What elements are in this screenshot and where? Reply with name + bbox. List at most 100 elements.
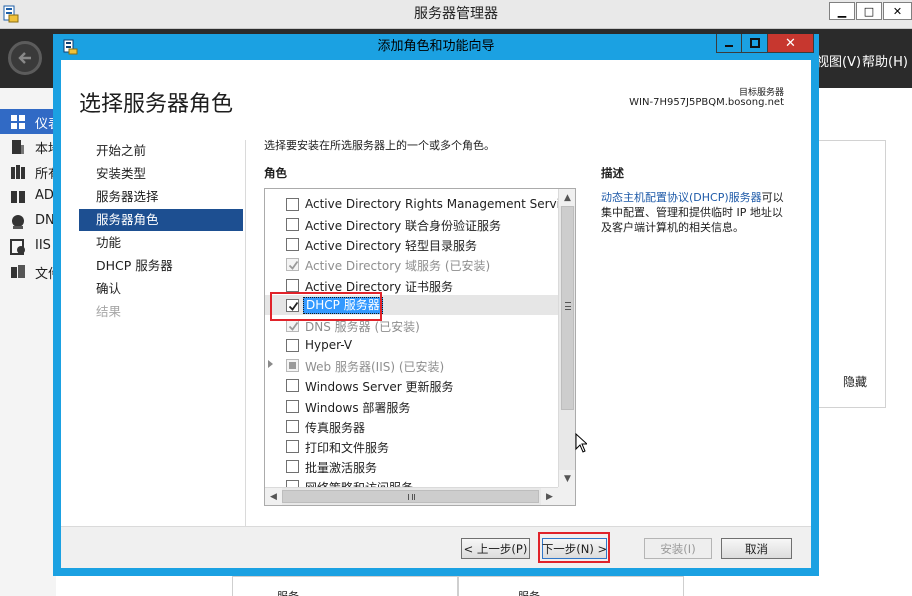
vertical-scrollbar[interactable]: ▲ ▼ (558, 189, 575, 487)
nav-item-features[interactable]: 功能 (79, 232, 243, 254)
dns-icon (10, 214, 26, 230)
horizontal-scrollbar[interactable]: ◀ ▶ (265, 487, 558, 505)
page-title: 选择服务器角色 (79, 92, 234, 117)
role-label: 打印和文件服务 (305, 440, 390, 455)
bottom-tile-label: 服务 (518, 588, 540, 596)
role-label: Active Directory 域服务 (已安装) (305, 259, 491, 274)
role-checkbox[interactable] (286, 419, 299, 433)
role-row[interactable]: Active Directory 轻型目录服务 (265, 234, 558, 254)
role-checkbox[interactable] (286, 459, 299, 473)
chevron-left-icon: ◀ (270, 491, 277, 502)
next-button[interactable]: 下一步(N) > (542, 538, 607, 559)
install-button: 安装(I) (644, 538, 712, 559)
minimize-icon (725, 45, 733, 47)
vertical-scroll-thumb[interactable] (561, 206, 574, 410)
role-row[interactable]: Windows 部署服务 (265, 396, 558, 416)
maximize-icon (749, 38, 760, 48)
scroll-down-button[interactable]: ▼ (559, 470, 575, 487)
add-roles-wizard-window: 添加角色和功能向导 ✕ 选择服务器角色 目标服务器 WIN-7H957J5PBQ… (53, 34, 819, 576)
roles-header: 角色 (264, 166, 287, 180)
menu-help[interactable]: 帮助(H) (862, 51, 908, 70)
role-checkbox[interactable] (286, 339, 299, 353)
sidebar-item-iis[interactable]: IIS (0, 234, 56, 259)
cancel-button[interactable]: 取消 (721, 538, 792, 559)
wizard-maximize-button[interactable] (742, 34, 768, 53)
scroll-up-button[interactable]: ▲ (559, 189, 575, 206)
bottom-tile-label: 服务 (277, 588, 299, 596)
role-label: Web 服务器(IIS) (已安装) (305, 360, 445, 375)
minimize-button[interactable]: ▁ (829, 2, 855, 20)
mouse-cursor-icon (575, 432, 589, 456)
sidebar-item-ad-ds[interactable]: AD DS (0, 184, 56, 209)
role-row[interactable]: Web 服务器(IIS) (已安装) (265, 355, 558, 375)
role-checkbox[interactable] (286, 439, 299, 453)
role-row[interactable]: Active Directory 联合身份验证服务 (265, 214, 558, 234)
nav-item-installation-type[interactable]: 安装类型 (79, 163, 243, 185)
role-row[interactable]: Hyper-V (265, 335, 558, 355)
close-button[interactable]: ✕ (883, 2, 912, 20)
nav-item-server-roles[interactable]: 服务器角色 (79, 209, 243, 231)
role-label: 传真服务器 (305, 420, 366, 435)
role-label: Active Directory 证书服务 (305, 279, 454, 294)
sidebar-item-local-server[interactable]: 本地服务器 (0, 134, 56, 159)
wizard-body: 选择服务器角色 目标服务器 WIN-7H957J5PBQM.bosong.net… (61, 60, 811, 568)
ad-icon (10, 189, 26, 205)
role-row[interactable]: Active Directory Rights Management Servi… (265, 194, 558, 214)
chevron-right-icon: ▶ (546, 491, 553, 502)
grip-icon (565, 302, 571, 310)
bottom-tile (232, 576, 458, 596)
back-button[interactable] (8, 41, 42, 75)
sidebar-item-dns[interactable]: DNS (0, 209, 56, 234)
scroll-right-button[interactable]: ▶ (541, 488, 558, 505)
wizard-title: 添加角色和功能向导 (377, 39, 495, 54)
role-checkbox[interactable] (286, 379, 299, 393)
role-label: 网络策略和访问服务 (305, 479, 413, 487)
role-checkbox[interactable] (286, 399, 299, 413)
minimize-icon: ▁ (837, 4, 847, 18)
back-arrow-icon (18, 52, 31, 64)
role-row[interactable]: 传真服务器 (265, 416, 558, 436)
scroll-left-button[interactable]: ◀ (265, 488, 282, 505)
role-row[interactable]: DHCP 服务器 (265, 294, 558, 315)
description-header: 描述 (601, 166, 624, 180)
role-checkbox[interactable] (286, 278, 299, 292)
role-row[interactable]: Active Directory 域服务 (已安装) (265, 254, 558, 274)
role-checkbox[interactable] (286, 298, 299, 312)
role-row[interactable]: 网络策略和访问服务 (265, 476, 558, 487)
role-row[interactable]: DNS 服务器 (已安装) (265, 315, 558, 335)
nav-item-server-selection[interactable]: 服务器选择 (79, 186, 243, 208)
horizontal-scroll-thumb[interactable] (282, 490, 539, 503)
sidebar-item-all-servers[interactable]: 所有服务器 (0, 159, 56, 184)
expand-arrow-icon[interactable] (268, 360, 273, 369)
role-checkbox[interactable] (286, 198, 299, 211)
role-label: 批量激活服务 (305, 460, 378, 475)
description-link[interactable]: 动态主机配置协议(DHCP)服务器 (601, 191, 762, 204)
roles-rows: Active Directory Rights Management Servi… (265, 189, 558, 487)
nav-item-before-you-begin[interactable]: 开始之前 (79, 140, 243, 162)
wizard-minimize-button[interactable] (716, 34, 742, 53)
previous-button[interactable]: < 上一步(P) (461, 538, 530, 559)
sidebar-item-dashboard[interactable]: 仪表板 (0, 109, 56, 134)
wizard-titlebar[interactable]: 添加角色和功能向导 ✕ (53, 34, 819, 60)
wizard-close-button[interactable]: ✕ (768, 34, 814, 53)
role-row[interactable]: Windows Server 更新服务 (265, 375, 558, 395)
menu-view[interactable]: 视图(V) (816, 51, 861, 70)
nav-item-dhcp-server[interactable]: DHCP 服务器 (79, 255, 243, 277)
sidebar-item-file-storage[interactable]: 文件和存储服务 (0, 259, 56, 284)
role-checkbox[interactable] (286, 480, 299, 487)
role-row[interactable]: Active Directory 证书服务 (265, 275, 558, 295)
role-checkbox[interactable] (286, 218, 299, 232)
role-row[interactable]: 打印和文件服务 (265, 436, 558, 456)
maximize-icon: □ (863, 4, 875, 18)
nav-divider (245, 140, 246, 534)
chevron-up-icon: ▲ (564, 192, 571, 203)
role-checkbox (286, 359, 299, 373)
role-label: Active Directory 轻型目录服务 (305, 239, 478, 254)
role-checkbox[interactable] (286, 238, 299, 252)
maximize-button[interactable]: □ (856, 2, 882, 20)
role-row[interactable]: 批量激活服务 (265, 456, 558, 476)
roles-list[interactable]: Active Directory Rights Management Servi… (264, 188, 576, 506)
nav-item-confirmation[interactable]: 确认 (79, 278, 243, 300)
grip-icon (408, 494, 415, 500)
hide-link[interactable]: 隐藏 (843, 373, 867, 390)
